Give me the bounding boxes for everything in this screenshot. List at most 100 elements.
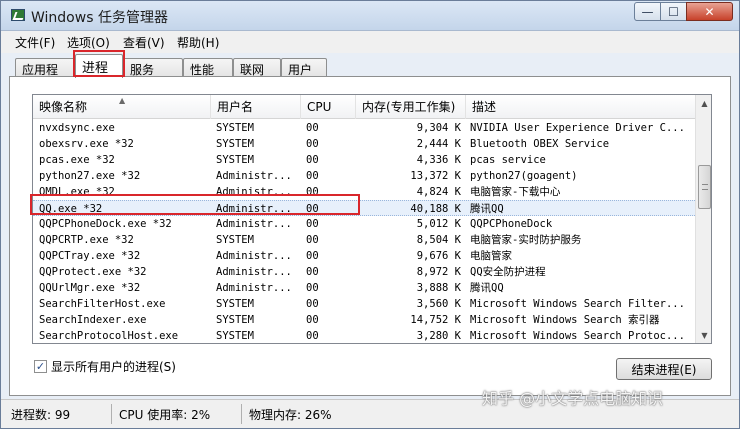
- process-user-name: SYSTEM: [216, 298, 254, 310]
- watermark: 知乎 @小文学点电脑知识: [482, 389, 664, 408]
- column-image-name-label: 映像名称: [39, 100, 88, 114]
- maximize-button[interactable]: ☐: [660, 2, 687, 21]
- menu-help[interactable]: 帮助(H): [177, 34, 219, 51]
- status-divider: [241, 404, 242, 424]
- process-row[interactable]: SearchFilterHost.exe SYSTEM 00 3,560 K Micro…: [33, 296, 695, 312]
- process-row[interactable]: QQPCRTP.exe *32 SYSTEM 00 8,504 K 电脑管家-实时防护服…: [33, 232, 695, 248]
- process-description: 电脑管家-实时防护服务: [470, 234, 582, 246]
- process-cpu: 00: [306, 122, 319, 134]
- status-cpu-usage: CPU 使用率: 2%: [119, 408, 211, 422]
- process-image-name: QQPCRTP.exe *32: [39, 234, 134, 246]
- minimize-icon: —: [641, 4, 654, 19]
- process-image-name: QQProtect.exe *32: [39, 266, 147, 278]
- process-list[interactable]: 映像名称 ▲ 用户名 CPU 内存(专用工作集) 描述 nvxdsync.exe…: [32, 94, 712, 344]
- minimize-button[interactable]: —: [634, 2, 661, 21]
- process-description: QQPCPhoneDock: [470, 218, 553, 230]
- process-cpu: 00: [306, 250, 319, 262]
- menu-options[interactable]: 选项(O): [67, 34, 110, 51]
- process-row[interactable]: QQPCTray.exe *32 Administr... 00 9,676 K 电脑管…: [33, 248, 695, 264]
- show-all-users-checkbox[interactable]: ✓: [34, 359, 47, 373]
- selected-row-highlight-box: [30, 194, 360, 215]
- tab-networking[interactable]: 联网: [233, 58, 281, 78]
- menu-file[interactable]: 文件(F): [15, 34, 55, 51]
- process-row[interactable]: nvxdsync.exe SYSTEM 00 9,304 K NVIDIA User E…: [33, 120, 695, 136]
- process-cpu: 00: [306, 154, 319, 166]
- menu-view[interactable]: 查看(V): [123, 34, 165, 51]
- scroll-thumb[interactable]: [698, 165, 711, 209]
- title-bar[interactable]: Windows 任务管理器 — ☐ ✕: [1, 1, 739, 31]
- process-image-name: python27.exe *32: [39, 170, 141, 182]
- status-divider: [111, 404, 112, 424]
- end-process-button[interactable]: 结束进程(E): [616, 358, 712, 380]
- tab-users[interactable]: 用户: [281, 58, 327, 78]
- process-memory: 2,444 K: [416, 138, 461, 150]
- process-cpu: 00: [306, 330, 319, 342]
- process-image-name: pcas.exe *32: [39, 154, 115, 166]
- process-user-name: SYSTEM: [216, 330, 254, 342]
- process-row[interactable]: SearchIndexer.exe SYSTEM 00 14,752 K Microso…: [33, 312, 695, 328]
- process-description: 电脑管家-下载中心: [470, 186, 561, 198]
- process-user-name: SYSTEM: [216, 154, 254, 166]
- process-row[interactable]: QQProtect.exe *32 Administr... 00 8,972 K QQ…: [33, 264, 695, 280]
- tab-services[interactable]: 服务: [123, 58, 183, 78]
- process-description: Bluetooth OBEX Service: [470, 138, 610, 150]
- process-cpu: 00: [306, 266, 319, 278]
- process-row[interactable]: QQPCPhoneDock.exe *32 Administr... 00 5,012…: [33, 216, 695, 232]
- process-description: NVIDIA User Experience Driver C...: [470, 122, 685, 134]
- column-memory[interactable]: 内存(专用工作集): [356, 95, 466, 119]
- process-memory: 14,752 K: [410, 314, 461, 326]
- scroll-up-icon[interactable]: ▲: [696, 95, 711, 112]
- process-cpu: 00: [306, 282, 319, 294]
- close-icon: ✕: [704, 4, 715, 19]
- process-user-name: Administr...: [216, 250, 292, 262]
- tab-performance[interactable]: 性能: [183, 58, 233, 78]
- task-manager-icon: [11, 9, 25, 21]
- process-user-name: Administr...: [216, 266, 292, 278]
- column-image-name[interactable]: 映像名称 ▲: [33, 95, 211, 119]
- process-row[interactable]: pcas.exe *32 SYSTEM 00 4,336 K pcas service: [33, 152, 695, 168]
- process-image-name: QQUrlMgr.exe *32: [39, 282, 141, 294]
- process-cpu: 00: [306, 298, 319, 310]
- process-row[interactable]: obexsrv.exe *32 SYSTEM 00 2,444 K Bluetooth …: [33, 136, 695, 152]
- process-user-name: SYSTEM: [216, 314, 254, 326]
- vertical-scrollbar[interactable]: ▲ ▼: [695, 95, 711, 343]
- active-tab-highlight-box: [73, 50, 125, 77]
- process-row[interactable]: SearchProtocolHost.exe SYSTEM 00 3,280 K Mic…: [33, 328, 695, 343]
- process-cpu: 00: [306, 170, 319, 182]
- process-image-name: nvxdsync.exe: [39, 122, 115, 134]
- process-user-name: Administr...: [216, 282, 292, 294]
- column-cpu[interactable]: CPU: [301, 95, 356, 119]
- maximize-icon: ☐: [668, 4, 679, 19]
- process-description: 腾讯QQ: [470, 282, 504, 294]
- process-description: QQ安全防护进程: [470, 266, 546, 278]
- column-user-name[interactable]: 用户名: [211, 95, 301, 119]
- process-image-name: QQPCTray.exe *32: [39, 250, 141, 262]
- process-memory: 5,012 K: [416, 218, 461, 230]
- process-user-name: SYSTEM: [216, 122, 254, 134]
- scroll-down-icon[interactable]: ▼: [696, 327, 711, 343]
- process-row[interactable]: python27.exe *32 Administr... 00 13,372 K py…: [33, 168, 695, 184]
- close-button[interactable]: ✕: [686, 2, 733, 21]
- process-memory: 3,560 K: [416, 298, 461, 310]
- list-header: 映像名称 ▲ 用户名 CPU 内存(专用工作集) 描述: [33, 95, 695, 119]
- show-all-users-option[interactable]: ✓ 显示所有用户的进程(S): [34, 358, 176, 374]
- process-memory: 40,188 K: [410, 203, 461, 215]
- process-memory: 9,676 K: [416, 250, 461, 262]
- status-physical-memory: 物理内存: 26%: [249, 408, 332, 422]
- scroll-grip-icon: [702, 184, 708, 190]
- column-description[interactable]: 描述: [466, 95, 695, 119]
- process-memory: 4,824 K: [416, 186, 461, 198]
- process-cpu: 00: [306, 314, 319, 326]
- process-image-name: SearchFilterHost.exe: [39, 298, 166, 310]
- process-user-name: SYSTEM: [216, 138, 254, 150]
- process-description: 腾讯QQ: [470, 203, 504, 215]
- process-description: Microsoft Windows Search 索引器: [470, 314, 660, 326]
- process-cpu: 00: [306, 138, 319, 150]
- process-row[interactable]: QQUrlMgr.exe *32 Administr... 00 3,888 K 腾讯Q…: [33, 280, 695, 296]
- process-user-name: Administr...: [216, 170, 292, 182]
- process-user-name: SYSTEM: [216, 234, 254, 246]
- process-image-name: QQPCPhoneDock.exe *32: [39, 218, 172, 230]
- tab-applications[interactable]: 应用程序: [15, 58, 75, 94]
- process-memory: 8,504 K: [416, 234, 461, 246]
- process-memory: 3,280 K: [416, 330, 461, 342]
